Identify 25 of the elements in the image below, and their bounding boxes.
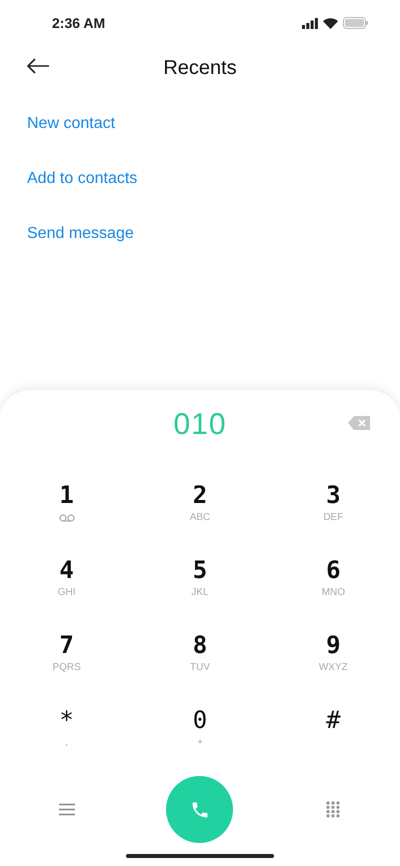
phone-icon: [190, 800, 210, 820]
action-link[interactable]: New contact: [27, 112, 116, 136]
battery-icon: [343, 17, 368, 29]
dial-key[interactable]: 5 JKL: [164, 549, 235, 624]
dial-key[interactable]: 7 PQRS: [32, 624, 102, 699]
dial-key[interactable]: 3 DEF: [298, 474, 368, 549]
action-link[interactable]: Send message: [27, 222, 134, 246]
dial-key[interactable]: 4 GHI: [32, 549, 102, 624]
page-title: Recents: [163, 56, 237, 80]
dial-key[interactable]: 8 TUV: [164, 624, 235, 699]
signal-icon: [302, 18, 318, 28]
action-link[interactable]: Add to contacts: [27, 167, 138, 191]
dialed-number: 010: [173, 408, 227, 442]
keypad-icon: [325, 800, 342, 818]
status-time: 2:36 AM: [52, 15, 106, 31]
dial-key[interactable]: 0 +: [164, 699, 235, 774]
voicemail-icon: [58, 514, 75, 522]
dial-key[interactable]: 2 ABC: [164, 474, 235, 549]
dial-key[interactable]: 1: [32, 474, 102, 549]
dial-key[interactable]: #: [298, 699, 368, 774]
delete-button[interactable]: [348, 416, 370, 430]
wifi-icon: [323, 18, 338, 28]
dial-key[interactable]: 9 WXYZ: [298, 624, 368, 699]
dial-key[interactable]: 6 MNO: [298, 549, 368, 624]
dial-key[interactable]: * ,: [32, 699, 102, 774]
